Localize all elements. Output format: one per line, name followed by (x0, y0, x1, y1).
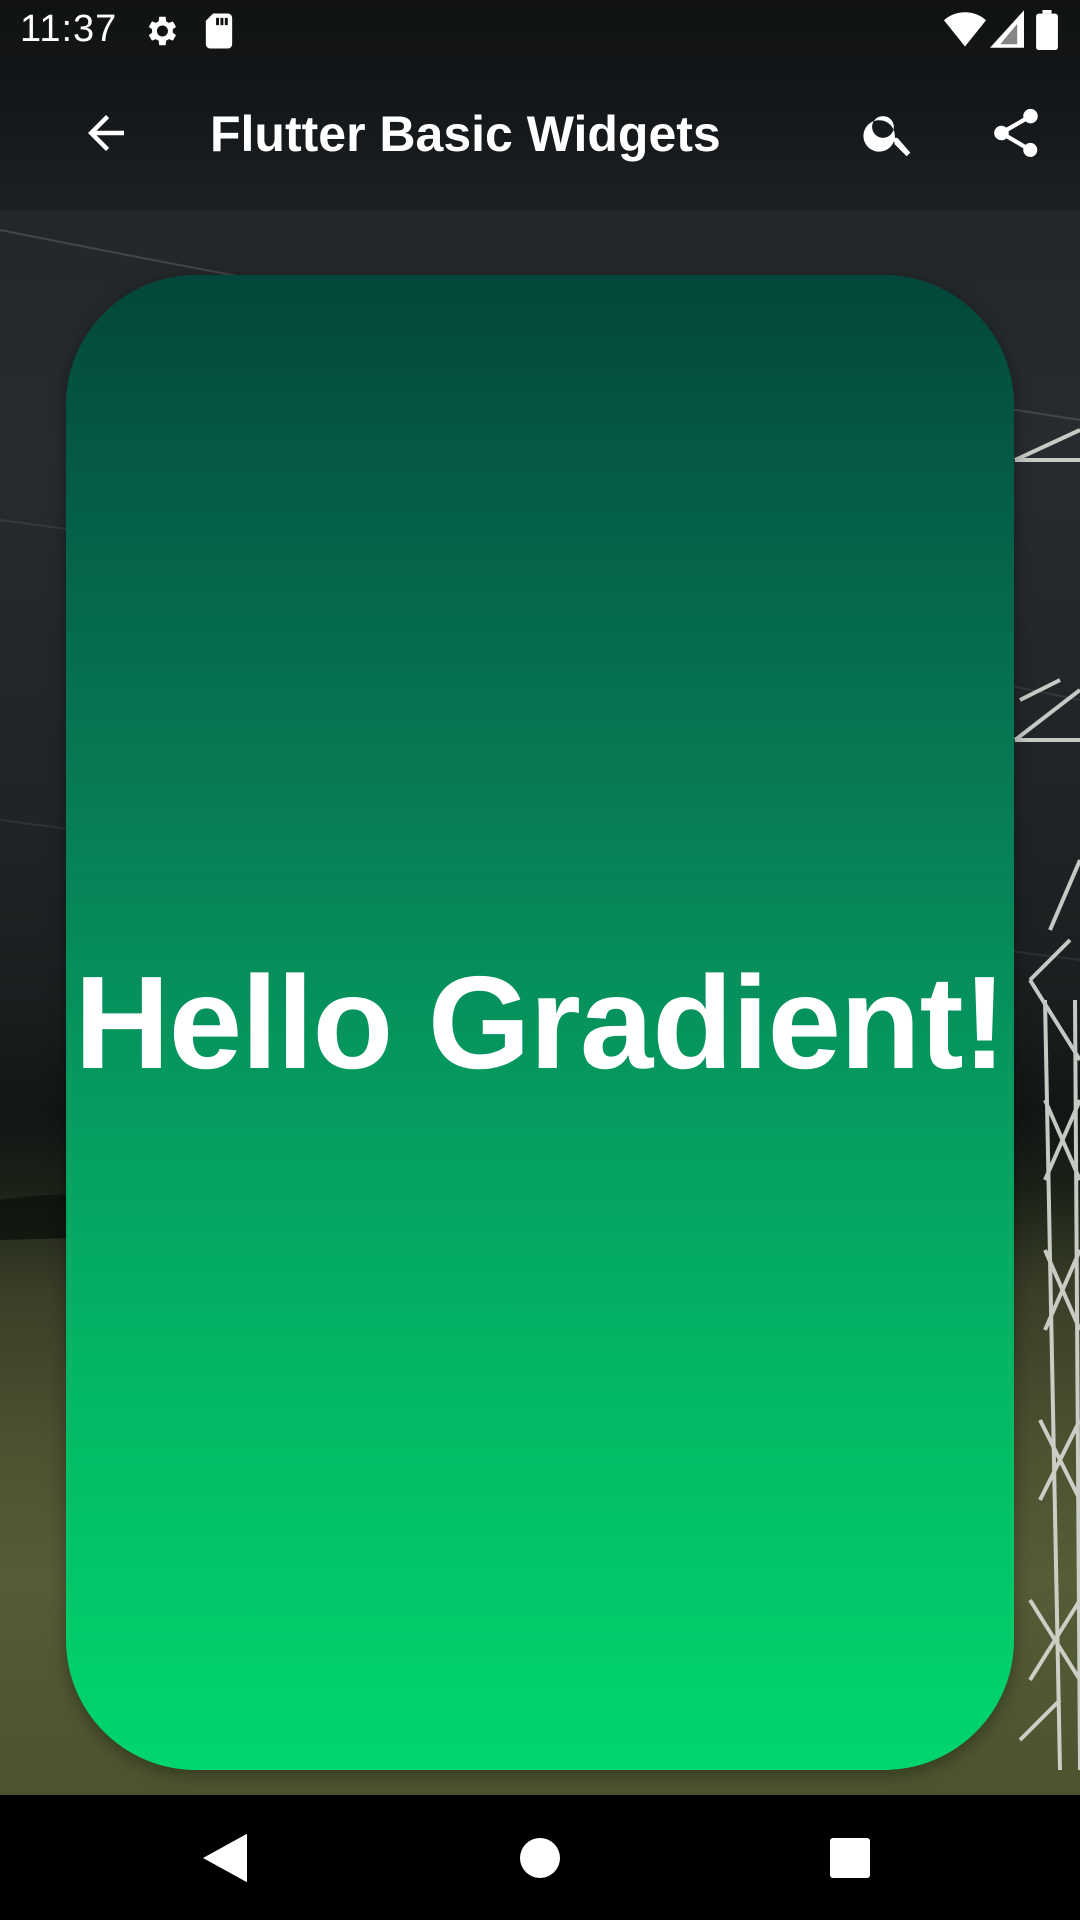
cell-signal-icon (990, 10, 1024, 53)
status-time: 11:37 (20, 8, 118, 50)
arrow-back-icon (79, 106, 133, 165)
share-button[interactable] (980, 99, 1052, 171)
app-screen: 11:37 Flutter Basic Widgets Hello Gradie… (0, 0, 1080, 1920)
back-triangle-icon (203, 1833, 247, 1888)
wifi-icon (944, 10, 986, 53)
nav-home-button[interactable] (495, 1815, 585, 1905)
card-title: Hello Gradient! (74, 949, 1006, 1096)
status-bar: 11:37 (0, 0, 1080, 63)
navigation-bar (0, 1795, 1080, 1920)
nav-recents-button[interactable] (805, 1815, 895, 1905)
page-title: Flutter Basic Widgets (210, 106, 721, 162)
recents-square-icon (830, 1837, 870, 1883)
back-button[interactable] (70, 99, 142, 171)
settings-icon (142, 12, 180, 55)
gradient-card: Hello Gradient! (66, 275, 1014, 1770)
app-bar: Flutter Basic Widgets (0, 63, 1080, 210)
home-circle-icon (520, 1837, 560, 1883)
search-icon (860, 104, 918, 167)
battery-icon (1036, 10, 1058, 55)
sd-card-icon (204, 12, 234, 55)
search-button[interactable] (853, 99, 925, 171)
share-icon (987, 104, 1045, 167)
nav-back-button[interactable] (180, 1815, 270, 1905)
